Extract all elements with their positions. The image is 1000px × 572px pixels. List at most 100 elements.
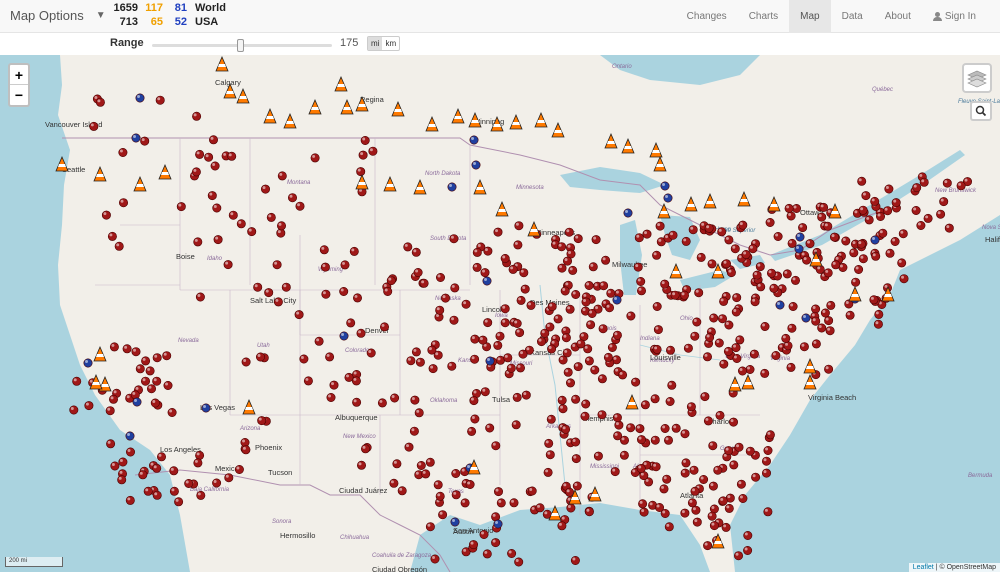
red-marker[interactable]: [730, 244, 740, 254]
red-marker[interactable]: [660, 508, 670, 518]
red-marker[interactable]: [745, 364, 755, 374]
red-marker[interactable]: [692, 317, 702, 327]
red-marker[interactable]: [253, 282, 263, 292]
red-marker[interactable]: [419, 278, 429, 288]
red-marker[interactable]: [633, 262, 643, 272]
red-marker[interactable]: [593, 451, 603, 461]
red-marker[interactable]: [763, 507, 773, 517]
red-marker[interactable]: [619, 435, 629, 445]
blue-marker[interactable]: [339, 331, 349, 341]
red-marker[interactable]: [823, 221, 833, 231]
red-marker[interactable]: [752, 270, 762, 280]
red-marker[interactable]: [748, 244, 758, 254]
red-marker[interactable]: [195, 149, 205, 159]
red-marker[interactable]: [571, 437, 581, 447]
red-marker[interactable]: [736, 479, 746, 489]
red-marker[interactable]: [114, 241, 124, 251]
red-marker[interactable]: [561, 424, 571, 434]
red-marker[interactable]: [817, 212, 827, 222]
red-marker[interactable]: [765, 218, 775, 228]
red-marker[interactable]: [320, 262, 330, 272]
red-marker[interactable]: [731, 343, 741, 353]
red-marker[interactable]: [721, 259, 731, 269]
red-marker[interactable]: [210, 161, 220, 171]
map-container[interactable]: OntarioQuébecFleuve Saint-LaurentNew Bru…: [0, 55, 1000, 572]
red-marker[interactable]: [383, 287, 393, 297]
red-marker[interactable]: [143, 486, 153, 496]
blue-marker[interactable]: [870, 235, 880, 245]
red-marker[interactable]: [787, 323, 797, 333]
red-marker[interactable]: [939, 197, 949, 207]
red-marker[interactable]: [708, 441, 718, 451]
red-marker[interactable]: [147, 384, 157, 394]
red-marker[interactable]: [414, 408, 424, 418]
red-marker[interactable]: [760, 321, 770, 331]
blue-marker[interactable]: [482, 276, 492, 286]
red-marker[interactable]: [516, 295, 526, 305]
red-marker[interactable]: [598, 324, 608, 334]
unit-km-button[interactable]: km: [382, 37, 399, 50]
red-marker[interactable]: [571, 290, 581, 300]
red-marker[interactable]: [631, 377, 641, 387]
red-marker[interactable]: [690, 331, 700, 341]
red-marker[interactable]: [511, 420, 521, 430]
red-marker[interactable]: [520, 284, 530, 294]
red-marker[interactable]: [731, 307, 741, 317]
red-marker[interactable]: [626, 311, 636, 321]
red-marker[interactable]: [688, 225, 698, 235]
blue-marker[interactable]: [469, 135, 479, 145]
red-marker[interactable]: [709, 521, 719, 531]
red-marker[interactable]: [724, 320, 734, 330]
red-marker[interactable]: [536, 337, 546, 347]
red-marker[interactable]: [169, 466, 179, 476]
red-marker[interactable]: [234, 464, 244, 474]
red-marker[interactable]: [138, 470, 148, 480]
red-marker[interactable]: [106, 439, 116, 449]
red-marker[interactable]: [884, 184, 894, 194]
red-marker[interactable]: [110, 461, 120, 471]
red-marker[interactable]: [761, 456, 771, 466]
red-marker[interactable]: [411, 247, 421, 257]
red-marker[interactable]: [321, 289, 331, 299]
red-marker[interactable]: [692, 517, 702, 527]
red-marker[interactable]: [260, 184, 270, 194]
leaflet-link[interactable]: Leaflet: [913, 564, 934, 571]
red-marker[interactable]: [580, 411, 590, 421]
red-marker[interactable]: [294, 310, 304, 320]
red-marker[interactable]: [570, 555, 580, 565]
red-marker[interactable]: [743, 530, 753, 540]
red-marker[interactable]: [360, 444, 370, 454]
red-marker[interactable]: [704, 223, 714, 233]
blue-marker[interactable]: [775, 300, 785, 310]
red-marker[interactable]: [287, 193, 297, 203]
red-marker[interactable]: [491, 441, 501, 451]
nav-charts[interactable]: Charts: [738, 0, 789, 33]
red-marker[interactable]: [356, 460, 366, 470]
red-marker[interactable]: [421, 469, 431, 479]
red-marker[interactable]: [606, 288, 616, 298]
red-marker[interactable]: [212, 478, 222, 488]
red-marker[interactable]: [493, 340, 503, 350]
red-marker[interactable]: [659, 484, 669, 494]
red-marker[interactable]: [694, 288, 704, 298]
red-marker[interactable]: [557, 242, 567, 252]
red-marker[interactable]: [451, 468, 461, 478]
red-marker[interactable]: [750, 297, 760, 307]
red-marker[interactable]: [614, 420, 624, 430]
red-marker[interactable]: [610, 467, 620, 477]
red-marker[interactable]: [118, 457, 128, 467]
red-marker[interactable]: [339, 287, 349, 297]
red-marker[interactable]: [224, 473, 234, 483]
red-marker[interactable]: [326, 392, 336, 402]
red-marker[interactable]: [440, 293, 450, 303]
red-marker[interactable]: [562, 256, 572, 266]
red-marker[interactable]: [435, 305, 445, 315]
red-marker[interactable]: [557, 263, 567, 273]
red-marker[interactable]: [508, 264, 518, 274]
red-marker[interactable]: [607, 342, 617, 352]
red-marker[interactable]: [553, 314, 563, 324]
red-marker[interactable]: [707, 259, 717, 269]
red-marker[interactable]: [652, 344, 662, 354]
red-marker[interactable]: [500, 318, 510, 328]
red-marker[interactable]: [573, 234, 583, 244]
